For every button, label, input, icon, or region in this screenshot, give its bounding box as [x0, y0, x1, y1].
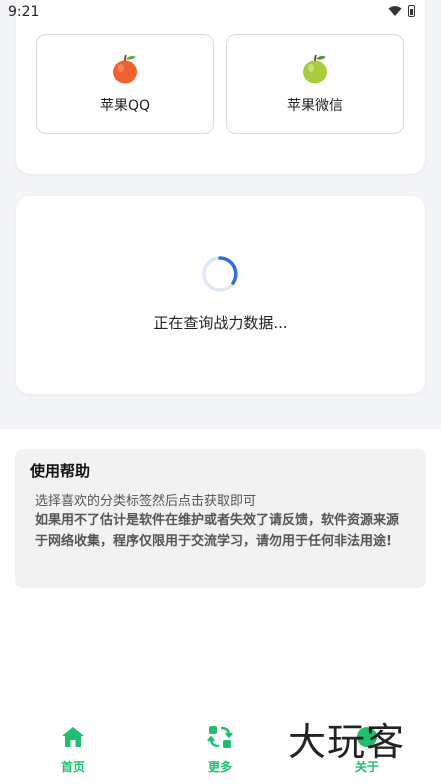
- nav-more-label: 更多: [207, 760, 232, 774]
- green-apple-icon: [303, 54, 327, 84]
- status-time: 9:21: [8, 4, 40, 20]
- nav-home-label: 首页: [60, 760, 85, 774]
- status-icons: [388, 5, 415, 17]
- help-instruction: 选择喜欢的分类标签然后点击获取即可: [35, 494, 257, 509]
- loading-card: 正在查询战力数据...: [16, 196, 425, 394]
- nav-more[interactable]: 更多: [180, 724, 260, 775]
- status-bar: 9:21: [0, 0, 441, 26]
- category-card: 苹果QQ 苹果微信: [16, 0, 425, 174]
- loading-spinner-icon: [202, 256, 238, 292]
- wifi-icon: [388, 6, 402, 16]
- tile-apple-wechat[interactable]: 苹果微信: [226, 34, 404, 134]
- loading-text: 正在查询战力数据...: [153, 314, 288, 332]
- red-apple-icon: [113, 54, 137, 84]
- tile-label: 苹果微信: [287, 98, 343, 114]
- help-disclaimer: 如果用不了估计是软件在维护或者失效了请反馈，软件资源来源于网络收集，程序仅限用于…: [35, 513, 400, 549]
- nav-home[interactable]: 首页: [33, 724, 113, 775]
- help-card: 使用帮助 选择喜欢的分类标签然后点击获取即可 如果用不了估计是软件在维护或者失效…: [15, 449, 426, 588]
- tile-label: 苹果QQ: [99, 98, 151, 114]
- battery-icon: [408, 5, 415, 17]
- tile-apple-qq[interactable]: 苹果QQ: [36, 34, 214, 134]
- swap-icon: [207, 726, 233, 748]
- watermark-logo: 大玩客: [288, 720, 406, 764]
- home-icon: [62, 727, 84, 747]
- help-title: 使用帮助: [30, 462, 91, 480]
